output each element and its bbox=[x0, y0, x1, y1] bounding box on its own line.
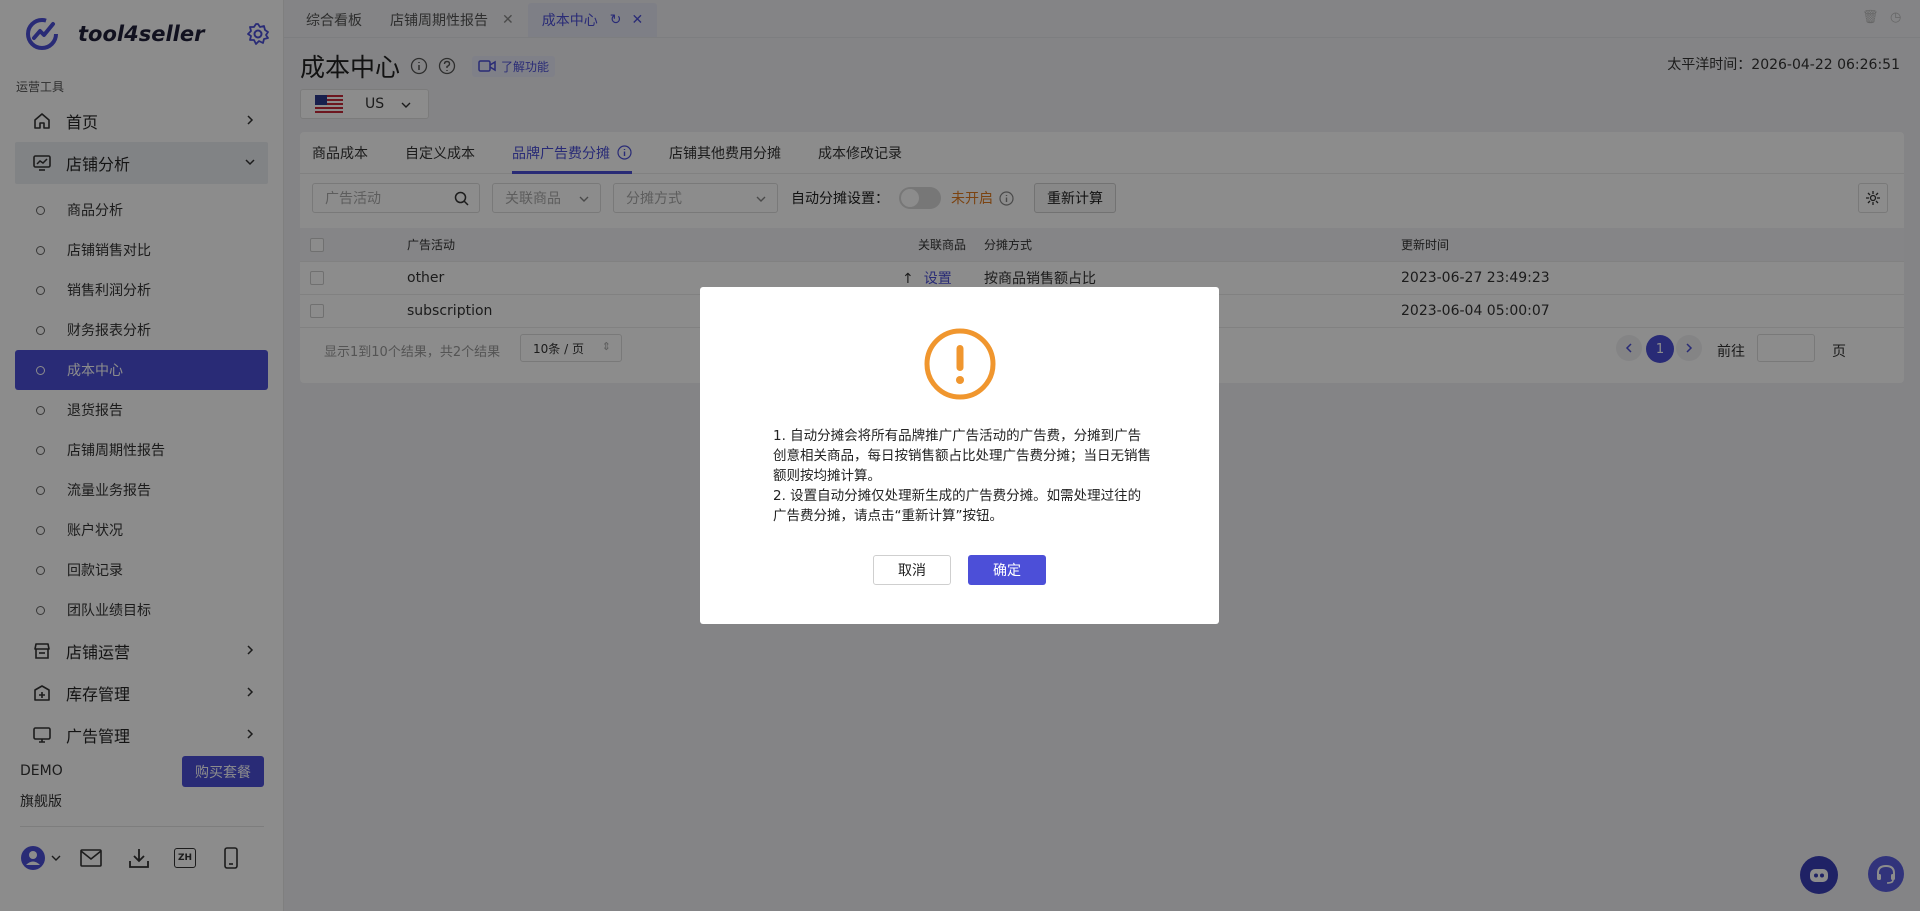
dialog-message: 1. 自动分摊会将所有品牌推广广告活动的广告费，分摊到广告创意相关商品，每日按销… bbox=[773, 426, 1151, 526]
warning-icon bbox=[924, 328, 996, 400]
confirm-button[interactable]: 确定 bbox=[968, 555, 1046, 585]
dialog-line-2: 2. 设置自动分摊仅处理新生成的广告费分摊。如需处理过往的广告费分摊，请点击“重… bbox=[773, 488, 1142, 524]
cancel-button[interactable]: 取消 bbox=[873, 555, 951, 585]
dialog-line-1: 1. 自动分摊会将所有品牌推广广告活动的广告费，分摊到广告创意相关商品，每日按销… bbox=[773, 428, 1151, 484]
auto-allocation-confirm-dialog: 1. 自动分摊会将所有品牌推广广告活动的广告费，分摊到广告创意相关商品，每日按销… bbox=[700, 287, 1219, 624]
